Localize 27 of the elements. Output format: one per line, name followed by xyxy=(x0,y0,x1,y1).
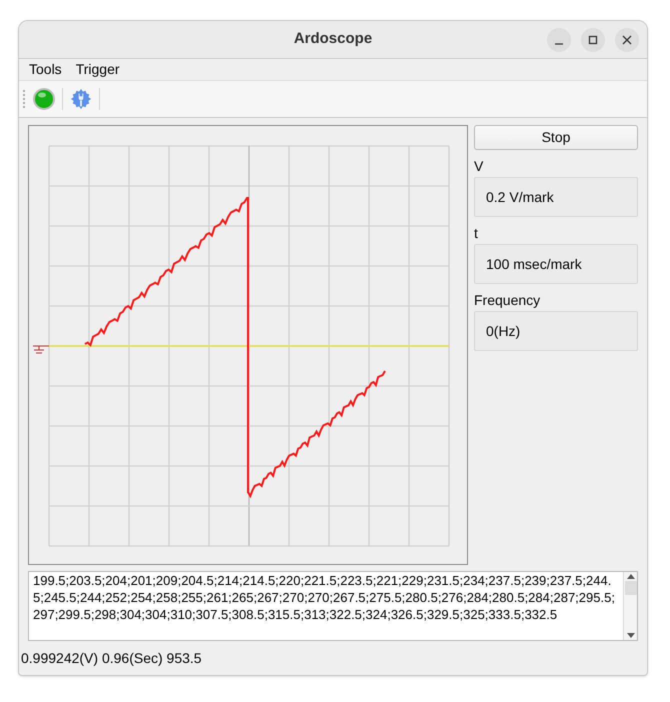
settings-button[interactable] xyxy=(69,87,93,111)
data-text: 199.5;203.5;204;201;209;204.5;214;214.5;220;221.5;223.5;221;229;231.5;234;237.5;239;237.5;244.5;245.5;244;252;254;258;255;261;265;267;270;270;267.5;275.5;280.5;276;284;280.5;284;287;295.5;297;299.5;298;304;304;310;307.5;308.5;315.5;313;322.5;324;326.5;329.5;325;333.5;332.5 xyxy=(32,572,616,624)
window-title: Ardoscope xyxy=(292,29,374,50)
scroll-up-icon xyxy=(626,574,634,579)
value-field[interactable]: 100 msec/mark xyxy=(474,244,638,284)
scrollbar-thumb[interactable] xyxy=(624,581,636,595)
toolbar-grip xyxy=(23,90,26,108)
value-field[interactable]: 0.2 V/mark xyxy=(474,177,638,217)
field-label: Frequency xyxy=(474,292,542,308)
field-label: t xyxy=(474,225,479,241)
menu-item[interactable]: Tools xyxy=(29,59,62,80)
data-text-area[interactable] xyxy=(28,571,638,641)
minimize-icon xyxy=(554,42,564,44)
menu-item[interactable]: Trigger xyxy=(76,59,120,80)
stop-button[interactable]: Stop xyxy=(474,125,638,150)
status-light-icon xyxy=(32,87,56,111)
settings-icon xyxy=(70,88,92,110)
scroll-down-icon xyxy=(626,633,634,638)
maximize-button[interactable] xyxy=(581,28,605,52)
close-icon xyxy=(622,34,632,44)
field-label: V xyxy=(474,158,484,174)
value-field[interactable]: 0(Hz) xyxy=(474,311,638,351)
maximize-icon xyxy=(588,34,598,44)
run-button[interactable] xyxy=(32,87,56,111)
scrollbar[interactable] xyxy=(623,572,637,640)
close-button[interactable] xyxy=(615,28,639,52)
status-text: 0.999242(V) 0.96(Sec) 953.5 xyxy=(21,648,202,668)
